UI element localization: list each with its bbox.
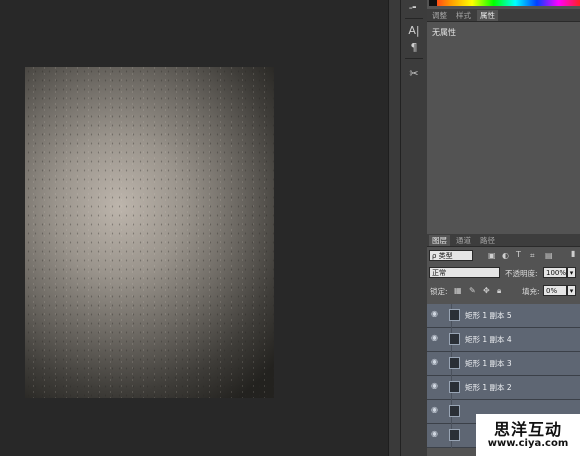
tab-adjustments[interactable]: 调整 <box>429 10 450 21</box>
fill-label: 填充: <box>522 287 540 296</box>
layer-name[interactable]: 矩形 1 副本 5 <box>465 310 512 321</box>
document-canvas[interactable] <box>25 67 274 398</box>
layer-thumbnail <box>449 333 460 345</box>
filter-toggle-icon[interactable]: ▮ <box>571 249 575 258</box>
layer-name[interactable]: 矩形 1 副本 2 <box>465 382 512 393</box>
lock-position-icon[interactable]: ✥ <box>483 286 490 295</box>
shape-filter-icon[interactable]: ⌗ <box>530 251 535 261</box>
visibility-eye-icon[interactable]: ◉ <box>431 310 440 318</box>
visibility-eye-icon[interactable]: ◉ <box>431 406 440 414</box>
layer-thumbnail <box>449 405 460 417</box>
watermark-url: www.ciya.com <box>487 438 569 449</box>
opacity-label: 不透明度: <box>505 269 538 278</box>
pixel-filter-icon[interactable]: ▣ <box>488 251 496 260</box>
layer-row[interactable]: ◉ 矩形 1 副本 4 <box>427 328 580 352</box>
visibility-eye-icon[interactable]: ◉ <box>431 382 440 390</box>
layer-thumbnail <box>449 381 460 393</box>
lock-transparent-icon[interactable]: ▦ <box>454 286 462 295</box>
layer-thumbnail <box>449 429 460 441</box>
layers-tab-row: 图层 通道 路径 <box>427 234 580 247</box>
character-panel-icon[interactable]: A| <box>404 21 424 39</box>
layer-thumbnail <box>449 309 460 321</box>
opacity-dropdown-icon[interactable]: ▾ <box>567 267 576 278</box>
lock-all-icon[interactable]: 🔒︎ <box>497 286 501 296</box>
fill-field[interactable]: 0% <box>543 285 567 296</box>
tab-channels[interactable]: 通道 <box>453 235 474 246</box>
paragraph-panel-icon[interactable]: ¶ <box>404 38 424 56</box>
blend-mode-select[interactable]: 正常 <box>429 267 500 278</box>
visibility-eye-icon[interactable]: ◉ <box>431 334 440 342</box>
type-filter-icon[interactable]: T <box>516 250 521 259</box>
layer-row[interactable]: ◉ 矩形 1 副本 3 <box>427 352 580 376</box>
adjustment-filter-icon[interactable]: ◐ <box>502 251 509 260</box>
tab-layers[interactable]: 图层 <box>429 235 450 246</box>
panel-dock-strip: -╸ A| ¶ ✂ <box>400 0 428 456</box>
lock-image-icon[interactable]: ✎ <box>469 286 476 295</box>
layer-row[interactable]: ◉ 矩形 1 副本 2 <box>427 376 580 400</box>
layer-name[interactable]: 矩形 1 副本 4 <box>465 334 512 345</box>
layer-thumbnail <box>449 357 460 369</box>
lock-label: 锁定: <box>430 287 448 296</box>
tool-presets-icon[interactable]: ✂ <box>404 64 424 82</box>
layer-filter-select[interactable]: ρ 类型 <box>429 250 473 261</box>
fill-dropdown-icon[interactable]: ▾ <box>567 285 576 296</box>
opacity-field[interactable]: 100% <box>543 267 567 278</box>
smart-object-filter-icon[interactable]: ▤ <box>545 251 553 260</box>
dock-divider <box>405 18 423 19</box>
layer-name[interactable]: 矩形 1 副本 3 <box>465 358 512 369</box>
properties-tab-row: 调整 样式 属性 <box>427 9 580 22</box>
watermark-logo: 思洋互动 www.ciya.com <box>476 414 580 456</box>
color-spectrum-bar[interactable] <box>429 0 580 6</box>
visibility-eye-icon[interactable]: ◉ <box>431 430 440 438</box>
dock-divider <box>405 58 423 59</box>
layer-row[interactable]: ◉ 矩形 1 副本 5 <box>427 304 580 328</box>
no-properties-text: 无属性 <box>432 28 456 37</box>
tab-properties[interactable]: 属性 <box>477 10 498 21</box>
watermark-brand: 思洋互动 <box>493 420 562 439</box>
pen-tool-icon[interactable]: -╸ <box>404 0 424 16</box>
visibility-eye-icon[interactable]: ◉ <box>431 358 440 366</box>
tab-styles[interactable]: 样式 <box>453 10 474 21</box>
properties-panel-body <box>427 22 580 230</box>
tab-paths[interactable]: 路径 <box>477 235 498 246</box>
